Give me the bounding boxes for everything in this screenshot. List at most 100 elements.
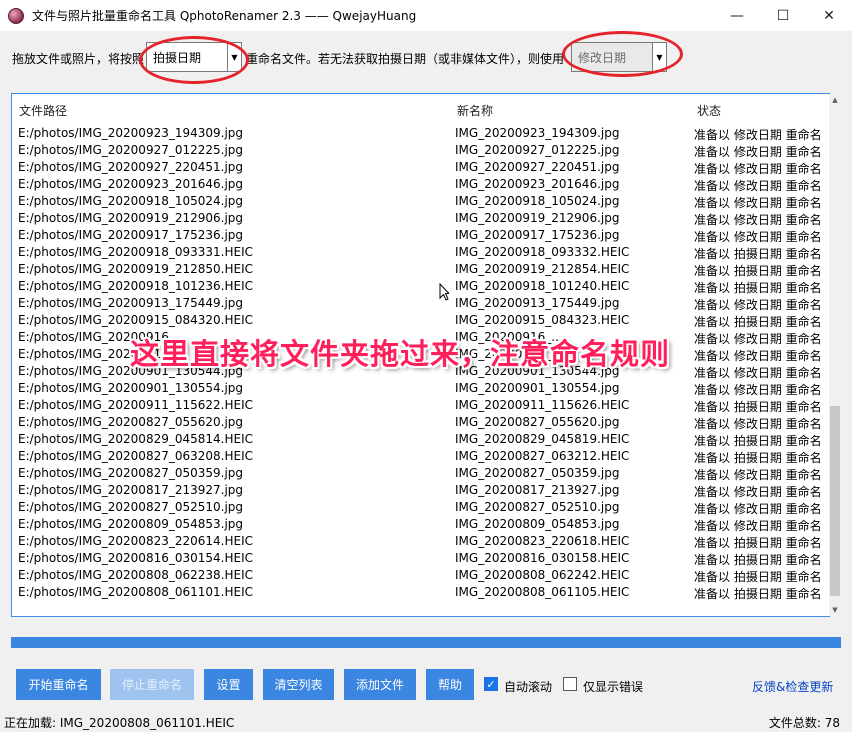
row-newname: IMG_20200927_012225.jpg bbox=[455, 143, 620, 157]
list-scrollbar[interactable]: ▲ ▼ bbox=[829, 94, 841, 616]
row-newname: IMG_20200816_030158.HEIC bbox=[455, 551, 630, 565]
autoscroll-checkbox[interactable]: ✓ bbox=[484, 677, 498, 691]
window-controls: — ☐ ✕ bbox=[714, 0, 852, 31]
list-header: 文件路径 新名称 状态 bbox=[12, 94, 829, 122]
fallback-mode-select[interactable]: 修改日期 ▼ bbox=[571, 42, 667, 72]
mode-label-left: 拖放文件或照片，将按照 bbox=[12, 52, 145, 66]
row-status: 准备以 拍摄日期 重命名 bbox=[694, 570, 822, 584]
file-count: 文件总数: 78 bbox=[768, 716, 840, 730]
scrollbar-thumb[interactable] bbox=[830, 406, 840, 596]
table-row[interactable]: E:/photos/IMG_20200927_012225.jpg IMG_202… bbox=[12, 142, 829, 159]
clear-list-button[interactable]: 清空列表 bbox=[263, 669, 334, 700]
row-path: E:/photos/IMG_20200911_115622.HEIC bbox=[18, 398, 253, 412]
table-row[interactable]: E:/photos/IMG_20200913_175449.jpg IMG_202… bbox=[12, 295, 829, 312]
row-status: 准备以 修改日期 重命名 bbox=[694, 145, 822, 159]
settings-button[interactable]: 设置 bbox=[204, 669, 253, 700]
table-row[interactable]: E:/photos/IMG_20200817_213927.jpg IMG_202… bbox=[12, 482, 829, 499]
errors-only-label[interactable]: 仅显示错误 bbox=[583, 678, 643, 695]
start-rename-button[interactable]: 开始重命名 bbox=[16, 669, 101, 700]
progress-bar bbox=[11, 637, 841, 648]
row-status: 准备以 修改日期 重命名 bbox=[694, 417, 822, 431]
scroll-up-icon[interactable]: ▲ bbox=[829, 94, 841, 106]
row-path: E:/photos/IMG_20200918_101236.HEIC bbox=[18, 279, 253, 293]
row-path: E:/photos/IMG_20200827_052510.jpg bbox=[18, 500, 244, 514]
row-path: E:/photos/IMG_20200808_062238.HEIC bbox=[18, 568, 253, 582]
rename-mode-row: 拖放文件或照片，将按照 拍摄日期 ▼ 重命名文件。若无法获取拍摄日期（或非媒体文… bbox=[0, 38, 852, 76]
help-button[interactable]: 帮助 bbox=[426, 669, 474, 700]
scroll-down-icon[interactable]: ▼ bbox=[829, 604, 841, 616]
header-newname[interactable]: 新名称 bbox=[457, 102, 493, 119]
row-newname: IMG_20200817_213927.jpg bbox=[455, 483, 620, 497]
table-row[interactable]: E:/photos/IMG_20200923_194309.jpg IMG_202… bbox=[12, 125, 829, 142]
row-path: E:/photos/IMG_20200915_084320.HEIC bbox=[18, 313, 253, 327]
table-row[interactable]: E:/photos/IMG_20200808_062238.HEIC IMG_20… bbox=[12, 567, 829, 584]
table-row[interactable]: E:/photos/IMG_20200919_212850.HEIC IMG_20… bbox=[12, 261, 829, 278]
title-bar: 文件与照片批量重命名工具 QphotoRenamer 2.3 —— Qwejay… bbox=[0, 0, 852, 31]
table-row[interactable]: E:/photos/IMG_20200923_201646.jpg IMG_202… bbox=[12, 176, 829, 193]
app-icon bbox=[8, 7, 24, 24]
row-path: E:/photos/IMG_20200827_050359.jpg bbox=[18, 466, 244, 480]
rename-mode-value: 拍摄日期 bbox=[153, 50, 202, 65]
row-status: 准备以 修改日期 重命名 bbox=[694, 179, 822, 193]
row-newname: IMG_20200927_220451.jpg bbox=[455, 160, 620, 174]
progress-fill bbox=[11, 637, 841, 648]
row-newname: IMG_20200827_052510.jpg bbox=[455, 500, 620, 514]
row-path: E:/photos/IMG_20200827_055620.jpg bbox=[18, 415, 244, 429]
header-status[interactable]: 状态 bbox=[697, 102, 721, 119]
row-newname: IMG_20200919_212854.HEIC bbox=[455, 262, 630, 276]
table-row[interactable]: E:/photos/IMG_20200918_101236.HEIC IMG_20… bbox=[12, 278, 829, 295]
table-row[interactable]: E:/photos/IMG_20200915_084320.HEIC IMG_20… bbox=[12, 312, 829, 329]
table-row[interactable]: E:/photos/IMG_20200827_055620.jpg IMG_202… bbox=[12, 414, 829, 431]
table-row[interactable]: E:/photos/IMG_20200823_220614.HEIC IMG_20… bbox=[12, 533, 829, 550]
row-status: 准备以 拍摄日期 重命名 bbox=[694, 434, 822, 448]
add-files-button[interactable]: 添加文件 bbox=[344, 669, 416, 700]
table-row[interactable]: E:/photos/IMG_20200911_115622.HEIC IMG_20… bbox=[12, 397, 829, 414]
row-path: E:/photos/IMG_20200927_220451.jpg bbox=[18, 160, 244, 174]
row-status: 准备以 修改日期 重命名 bbox=[694, 162, 822, 176]
autoscroll-label[interactable]: 自动滚动 bbox=[504, 678, 552, 695]
maximize-button[interactable]: ☐ bbox=[760, 0, 806, 31]
table-row[interactable]: E:/photos/IMG_20200827_063208.HEIC IMG_20… bbox=[12, 448, 829, 465]
table-row[interactable]: E:/photos/IMG_20200827_050359.jpg IMG_202… bbox=[12, 465, 829, 482]
feedback-link[interactable]: 反馈&检查更新 bbox=[752, 678, 833, 695]
row-status: 准备以 拍摄日期 重命名 bbox=[694, 281, 822, 295]
row-path: E:/photos/IMG_20200817_213927.jpg bbox=[18, 483, 244, 497]
row-path: E:/photos/IMG_20200919_212850.HEIC bbox=[18, 262, 253, 276]
row-status: 准备以 拍摄日期 重命名 bbox=[694, 451, 822, 465]
row-newname: IMG_20200829_045819.HEIC bbox=[455, 432, 630, 446]
row-newname: IMG_20200919_212906.jpg bbox=[455, 211, 620, 225]
row-newname: IMG_20200918_101240.HEIC bbox=[455, 279, 630, 293]
rename-mode-select[interactable]: 拍摄日期 ▼ bbox=[146, 42, 242, 72]
header-path[interactable]: 文件路径 bbox=[19, 102, 67, 119]
table-row[interactable]: E:/photos/IMG_20200809_054853.jpg IMG_202… bbox=[12, 516, 829, 533]
table-row[interactable]: E:/photos/IMG_20200827_052510.jpg IMG_202… bbox=[12, 499, 829, 516]
close-button[interactable]: ✕ bbox=[806, 0, 852, 31]
table-row[interactable]: E:/photos/IMG_20200918_093331.HEIC IMG_20… bbox=[12, 244, 829, 261]
row-path: E:/photos/IMG_20200918_105024.jpg bbox=[18, 194, 244, 208]
row-status: 准备以 修改日期 重命名 bbox=[694, 485, 822, 499]
row-newname: IMG_20200911_115626.HEIC bbox=[455, 398, 630, 412]
table-row[interactable]: E:/photos/IMG_20200918_105024.jpg IMG_202… bbox=[12, 193, 829, 210]
chevron-down-icon: ▼ bbox=[652, 43, 666, 71]
table-row[interactable]: E:/photos/IMG_20200917_175236.jpg IMG_202… bbox=[12, 227, 829, 244]
row-newname: IMG_20200915_084323.HEIC bbox=[455, 313, 630, 327]
row-path: E:/photos/IMG_20200918_093331.HEIC bbox=[18, 245, 253, 259]
table-row[interactable]: E:/photos/IMG_20200901_130554.jpg IMG_202… bbox=[12, 380, 829, 397]
row-path: E:/photos/IMG_20200816_030154.HEIC bbox=[18, 551, 253, 565]
table-row[interactable]: E:/photos/IMG_20200927_220451.jpg IMG_202… bbox=[12, 159, 829, 176]
mode-label-mid: 重命名文件。若无法获取拍摄日期（或非媒体文件），则使用 bbox=[246, 52, 565, 66]
table-row[interactable]: E:/photos/IMG_20200808_061101.HEIC IMG_20… bbox=[12, 584, 829, 601]
row-newname: IMG_20200918_105024.jpg bbox=[455, 194, 620, 208]
chevron-down-icon: ▼ bbox=[227, 43, 241, 71]
errors-only-checkbox[interactable] bbox=[563, 677, 577, 691]
table-row[interactable]: E:/photos/IMG_20200816_030154.HEIC IMG_20… bbox=[12, 550, 829, 567]
row-newname: IMG_20200827_063212.HEIC bbox=[455, 449, 630, 463]
overlay-caption: 这里直接将文件夹拖过来，注意命名规则 bbox=[130, 337, 671, 371]
table-row[interactable]: E:/photos/IMG_20200919_212906.jpg IMG_202… bbox=[12, 210, 829, 227]
row-path: E:/photos/IMG_20200808_061101.HEIC bbox=[18, 585, 253, 599]
minimize-button[interactable]: — bbox=[714, 0, 760, 31]
table-row[interactable]: E:/photos/IMG_20200829_045814.HEIC IMG_20… bbox=[12, 431, 829, 448]
stop-rename-button[interactable]: 停止重命名 bbox=[110, 669, 194, 700]
row-status: 准备以 拍摄日期 重命名 bbox=[694, 264, 822, 278]
row-path: E:/photos/IMG_20200923_201646.jpg bbox=[18, 177, 244, 191]
